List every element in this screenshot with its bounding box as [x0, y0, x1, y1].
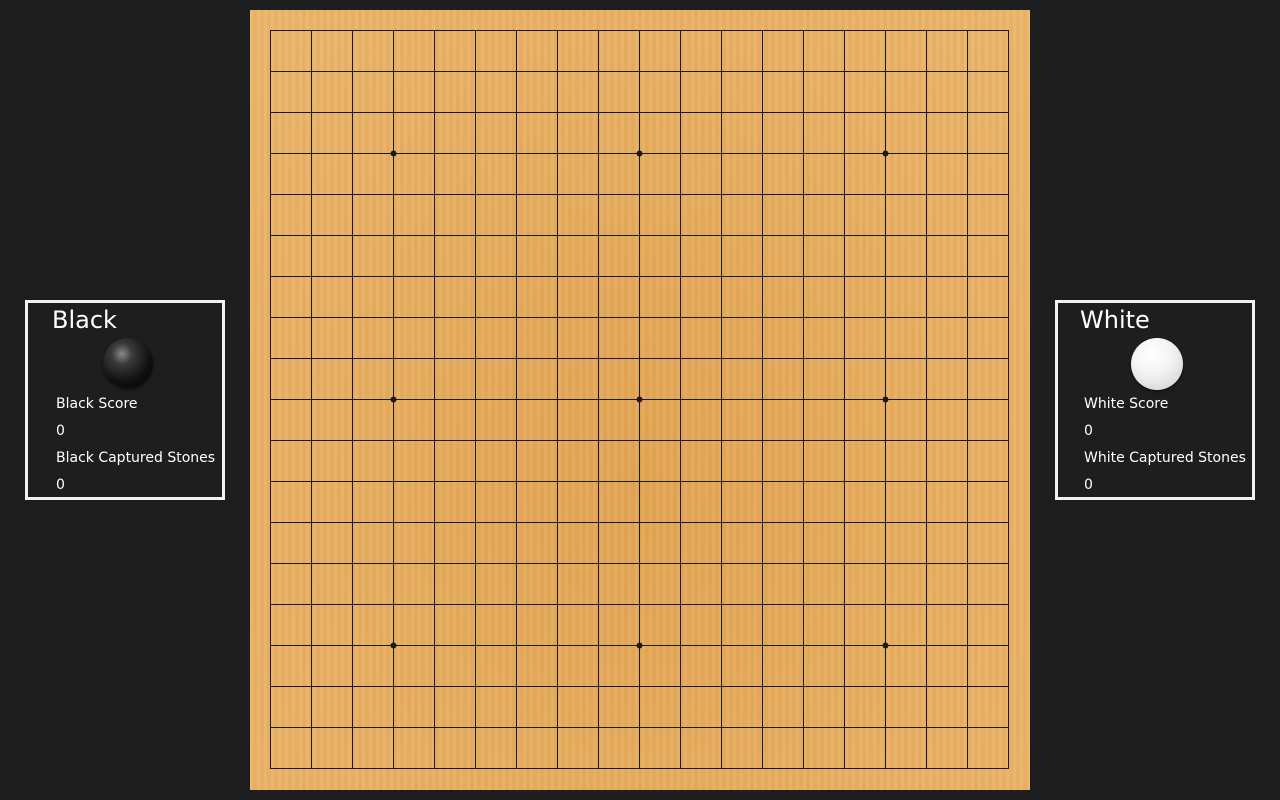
white-score-label: White Score [1084, 396, 1169, 412]
star-point [636, 396, 643, 403]
white-score-value: 0 [1084, 423, 1093, 439]
star-point [390, 642, 397, 649]
star-point [882, 396, 889, 403]
black-player-panel: Black Black Score 0 Black Captured Stone… [25, 300, 225, 500]
game-page: Black Black Score 0 Black Captured Stone… [0, 0, 1280, 800]
go-board[interactable] [250, 10, 1030, 790]
white-player-name: White [1080, 306, 1150, 334]
black-score-label: Black Score [56, 396, 138, 412]
star-point [636, 150, 643, 157]
star-point [882, 642, 889, 649]
star-point [636, 642, 643, 649]
black-score-value: 0 [56, 423, 65, 439]
star-point [390, 150, 397, 157]
white-stone-icon [1131, 338, 1183, 390]
black-captured-label: Black Captured Stones [56, 450, 216, 466]
white-captured-label: White Captured Stones [1084, 450, 1246, 466]
black-player-name: Black [52, 306, 117, 334]
white-player-panel: White White Score 0 White Captured Stone… [1055, 300, 1255, 500]
black-stone-icon [103, 338, 153, 388]
star-point [882, 150, 889, 157]
white-captured-value: 0 [1084, 477, 1093, 493]
board-grid[interactable] [250, 10, 1030, 790]
black-captured-value: 0 [56, 477, 65, 493]
star-point [390, 396, 397, 403]
